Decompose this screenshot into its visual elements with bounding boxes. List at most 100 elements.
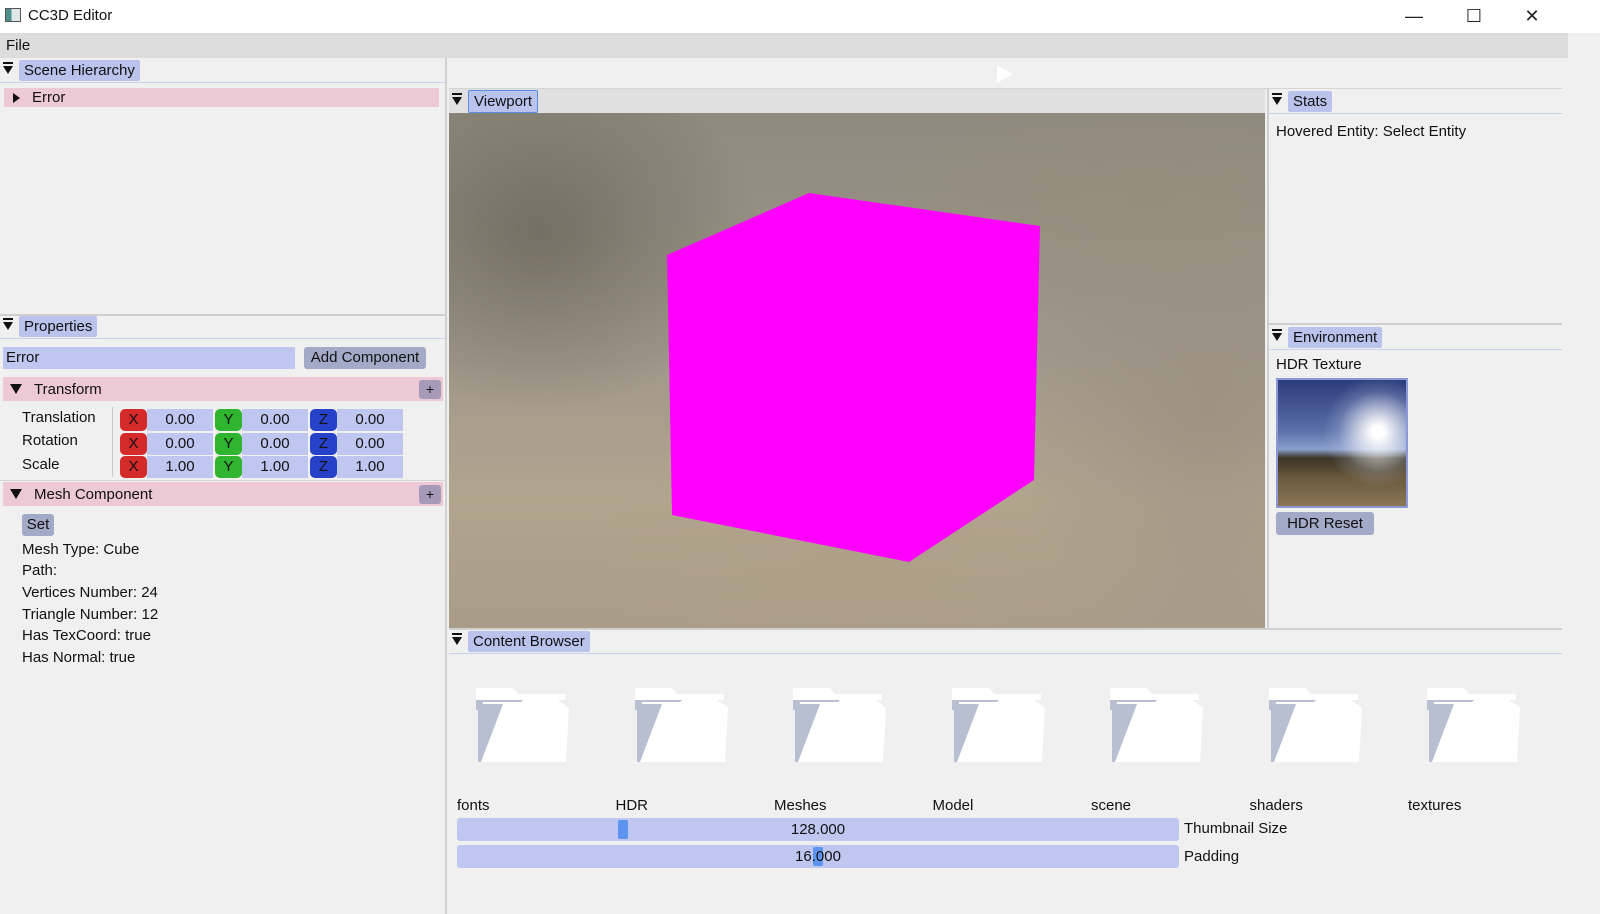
hdr-texture-thumbnail[interactable] — [1276, 378, 1408, 508]
close-button[interactable]: ✕ — [1503, 0, 1561, 33]
axis-y-button[interactable]: Y — [215, 433, 242, 455]
tree-item-label: Error — [32, 89, 66, 106]
folder-icon[interactable] — [949, 686, 1049, 766]
collapse-icon[interactable] — [10, 384, 22, 394]
axis-y-button[interactable]: Y — [215, 409, 242, 431]
padding-value: 16.000 — [795, 848, 841, 865]
thumbnail-size-value: 128.000 — [790, 821, 846, 838]
cube-mesh[interactable] — [449, 113, 1265, 628]
collapse-icon[interactable] — [10, 489, 22, 499]
transform-plus-button[interactable]: + — [419, 380, 441, 399]
axis-x-button[interactable]: X — [120, 456, 147, 478]
rotation-z-field[interactable]: 0.00 — [337, 433, 403, 455]
rotation-y-field[interactable]: 0.00 — [242, 433, 308, 455]
has-texcoord-text: Has TexCoord: true — [22, 627, 151, 644]
folder-icon[interactable] — [632, 686, 732, 766]
transform-title: Transform — [34, 380, 102, 398]
menu-file[interactable]: File — [6, 37, 30, 54]
folder-label-meshes: Meshes — [774, 797, 827, 814]
viewport-panel: Viewport — [449, 89, 1265, 628]
triangle-number-text: Triangle Number: 12 — [22, 606, 159, 623]
title-bar: CC3D Editor — ☐ ✕ — [0, 0, 1600, 33]
rotation-x-field[interactable]: 0.00 — [147, 433, 213, 455]
folder-icon[interactable] — [1266, 686, 1366, 766]
axis-x-button[interactable]: X — [120, 409, 147, 431]
translation-x-field[interactable]: 0.00 — [147, 409, 213, 431]
stats-panel: Stats Hovered Entity: Select Entity — [1267, 89, 1562, 324]
axis-x-button[interactable]: X — [120, 433, 147, 455]
translation-label: Translation — [22, 409, 96, 426]
tab-stats[interactable]: Stats — [1288, 90, 1333, 112]
collapse-icon[interactable] — [452, 633, 462, 645]
folder-label-textures: textures — [1408, 797, 1462, 814]
padding-slider[interactable]: 16.000 — [457, 845, 1179, 868]
window-edge — [1562, 58, 1568, 914]
scale-label: Scale — [22, 456, 60, 473]
folder-label-model: Model — [932, 797, 974, 814]
scale-y-field[interactable]: 1.00 — [242, 456, 308, 478]
set-mesh-button[interactable]: Set — [22, 514, 54, 536]
divider — [0, 338, 445, 339]
hovered-entity-text: Hovered Entity: Select Entity — [1276, 123, 1467, 140]
transform-header[interactable]: Transform + — [3, 377, 443, 401]
scene-hierarchy-panel: Scene Hierarchy Error — [0, 58, 447, 314]
stats-tabbar: Stats — [1269, 89, 1562, 113]
divider — [1269, 113, 1562, 114]
mesh-component-title: Mesh Component — [34, 485, 153, 503]
collapse-icon[interactable] — [3, 318, 13, 330]
viewport-canvas[interactable] — [449, 113, 1265, 628]
hdr-texture-label: HDR Texture — [1276, 356, 1362, 373]
tab-viewport[interactable]: Viewport — [468, 89, 539, 113]
column-divider — [112, 407, 113, 477]
folder-label-scene: scene — [1091, 797, 1132, 814]
translation-z-field[interactable]: 0.00 — [337, 409, 403, 431]
tab-environment[interactable]: Environment — [1288, 326, 1383, 348]
thumbnail-size-label: Thumbnail Size — [1184, 820, 1288, 837]
slider-grab[interactable] — [618, 820, 628, 839]
app-icon — [5, 8, 21, 22]
expand-arrow-icon[interactable] — [13, 92, 20, 103]
tab-properties[interactable]: Properties — [19, 315, 98, 337]
minimize-button[interactable]: — — [1385, 0, 1443, 33]
play-icon[interactable] — [997, 65, 1013, 83]
mesh-plus-button[interactable]: + — [419, 485, 441, 504]
scale-x-field[interactable]: 1.00 — [147, 456, 213, 478]
divider — [449, 653, 1568, 654]
folder-icon[interactable] — [1424, 686, 1524, 766]
content-browser-panel: Content Browser fonts HDR Meshes Model scene… — [449, 628, 1568, 914]
divider — [0, 82, 445, 83]
collapse-icon[interactable] — [1272, 93, 1282, 105]
menu-bar: File — [0, 33, 1568, 58]
viewport-tabbar: Viewport — [449, 89, 1265, 113]
cube-shape[interactable] — [667, 193, 1040, 562]
divider — [0, 480, 445, 481]
collapse-icon[interactable] — [1272, 329, 1282, 341]
collapse-icon[interactable] — [452, 93, 462, 105]
add-component-button[interactable]: Add Component — [304, 347, 426, 369]
axis-y-button[interactable]: Y — [215, 456, 242, 478]
folder-icon[interactable] — [473, 686, 573, 766]
folder-icon[interactable] — [1107, 686, 1207, 766]
collapse-icon[interactable] — [3, 62, 13, 74]
thumbnail-size-slider[interactable]: 128.000 — [457, 818, 1179, 841]
rotation-label: Rotation — [22, 432, 78, 449]
environment-tabbar: Environment — [1269, 325, 1562, 349]
folder-icon[interactable] — [790, 686, 890, 766]
entity-name-input[interactable]: Error — [3, 347, 295, 369]
tree-item-error[interactable]: Error — [4, 88, 439, 107]
divider — [1269, 349, 1562, 350]
tab-scene-hierarchy[interactable]: Scene Hierarchy — [19, 59, 140, 81]
maximize-button[interactable]: ☐ — [1445, 0, 1503, 33]
folder-label-hdr: HDR — [615, 797, 649, 814]
hdr-reset-button[interactable]: HDR Reset — [1276, 512, 1374, 535]
axis-z-button[interactable]: Z — [310, 409, 337, 431]
axis-z-button[interactable]: Z — [310, 433, 337, 455]
scale-z-field[interactable]: 1.00 — [337, 456, 403, 478]
tab-content-browser[interactable]: Content Browser — [468, 630, 590, 652]
mesh-component-header[interactable]: Mesh Component + — [3, 482, 443, 506]
properties-panel: Properties Error Add Component Transform… — [0, 314, 447, 914]
translation-y-field[interactable]: 0.00 — [242, 409, 308, 431]
axis-z-button[interactable]: Z — [310, 456, 337, 478]
scene-hierarchy-tabbar: Scene Hierarchy — [0, 58, 445, 82]
window-title: CC3D Editor — [28, 7, 113, 24]
